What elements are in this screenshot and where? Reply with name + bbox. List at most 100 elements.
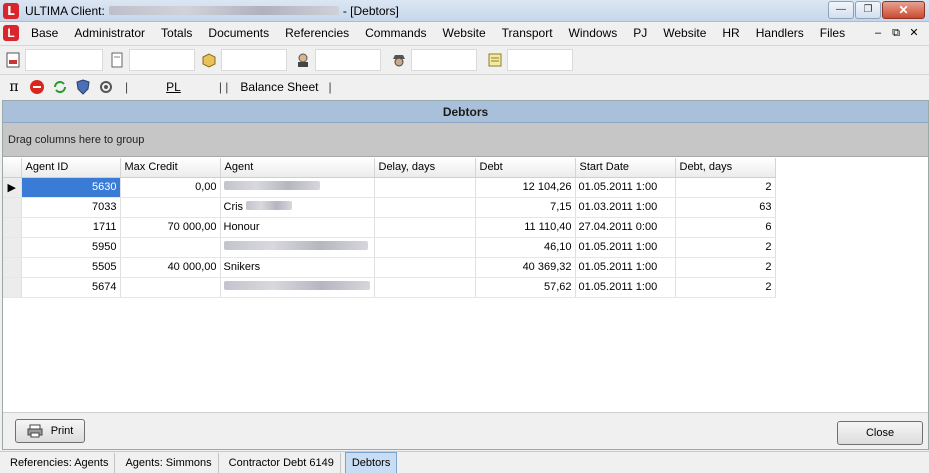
menu-administrator[interactable]: Administrator <box>66 22 153 44</box>
toolbar-field-page[interactable] <box>129 49 195 71</box>
menu-documents[interactable]: Documents <box>200 22 277 44</box>
cell-debt-days[interactable]: 2 <box>675 257 776 278</box>
table-row[interactable]: 5950 46,10 01.05.2011 1:00 2 <box>3 237 776 258</box>
cell-debt[interactable]: 11 110,40 <box>475 217 576 238</box>
task-contractor-debt[interactable]: Contractor Debt 6149 <box>223 452 341 473</box>
pi-icon[interactable]: π <box>5 78 23 96</box>
task-agents-simmons[interactable]: Agents: Simmons <box>119 452 219 473</box>
cell-agent[interactable] <box>220 277 375 298</box>
balance-sheet-button[interactable]: Balance Sheet <box>240 80 318 94</box>
column-header-max-credit[interactable]: Max Credit <box>120 158 221 178</box>
cell-agent[interactable]: Honour <box>220 217 375 238</box>
print-button[interactable]: Print <box>15 419 85 443</box>
menu-commands[interactable]: Commands <box>357 22 434 44</box>
cell-debt[interactable]: 46,10 <box>475 237 576 258</box>
menu-transport[interactable]: Transport <box>494 22 561 44</box>
cell-max-credit[interactable]: 70 000,00 <box>120 217 221 238</box>
shield-icon[interactable] <box>74 78 92 96</box>
menu-website-2[interactable]: Website <box>655 22 714 44</box>
cell-agent[interactable]: Snikers <box>220 257 375 278</box>
stop-icon[interactable] <box>28 78 46 96</box>
toolbar-field-spy[interactable] <box>411 49 477 71</box>
refresh-icon[interactable] <box>51 78 69 96</box>
cell-delay-days[interactable] <box>374 217 476 238</box>
cell-agent-id[interactable]: 5674 <box>21 277 121 298</box>
cell-delay-days[interactable] <box>374 197 476 218</box>
column-header-agent-id[interactable]: Agent ID <box>21 158 121 178</box>
menu-pj[interactable]: PJ <box>625 22 655 44</box>
cell-agent-id[interactable]: 1711 <box>21 217 121 238</box>
package-icon[interactable] <box>200 51 218 69</box>
column-header-debt[interactable]: Debt <box>475 158 576 178</box>
toolbar-field-package[interactable] <box>221 49 287 71</box>
column-header-delay-days[interactable]: Delay, days <box>374 158 476 178</box>
mdi-restore-icon[interactable]: ⧉ <box>887 22 905 44</box>
cell-start-date[interactable]: 27.04.2011 0:00 <box>575 217 676 238</box>
minimize-icon[interactable]: — <box>828 1 854 19</box>
table-row[interactable]: 5505 40 000,00 Snikers 40 369,32 01.05.2… <box>3 257 776 278</box>
menu-website[interactable]: Website <box>435 22 494 44</box>
mdi-close-icon[interactable]: ✕ <box>905 22 923 44</box>
page-icon[interactable] <box>108 51 126 69</box>
table-row[interactable]: 1711 70 000,00 Honour 11 110,40 27.04.20… <box>3 217 776 238</box>
menu-files[interactable]: Files <box>812 22 853 44</box>
cell-agent[interactable] <box>220 177 375 198</box>
cell-start-date[interactable]: 01.05.2011 1:00 <box>575 257 676 278</box>
menu-totals[interactable]: Totals <box>153 22 200 44</box>
cell-debt[interactable]: 7,15 <box>475 197 576 218</box>
cell-max-credit[interactable] <box>120 277 221 298</box>
cell-start-date[interactable]: 01.03.2011 1:00 <box>575 197 676 218</box>
spy-icon[interactable] <box>390 51 408 69</box>
cell-start-date[interactable]: 01.05.2011 1:00 <box>575 177 676 198</box>
close-window-icon[interactable]: ✕ <box>882 1 925 19</box>
cell-agent-id[interactable]: 7033 <box>21 197 121 218</box>
settings-icon[interactable] <box>97 78 115 96</box>
cell-debt-days[interactable]: 63 <box>675 197 776 218</box>
cell-agent-id[interactable]: 5505 <box>21 257 121 278</box>
cell-debt-days[interactable]: 2 <box>675 277 776 298</box>
table-row[interactable]: 7033 Cris 7,15 01.03.2011 1:00 63 <box>3 197 776 218</box>
toolbar-field-notes[interactable] <box>507 49 573 71</box>
close-button[interactable]: Close <box>837 421 923 445</box>
column-header-agent[interactable]: Agent <box>220 158 375 178</box>
cell-delay-days[interactable] <box>374 257 476 278</box>
restore-icon[interactable]: ❐ <box>855 1 881 19</box>
cell-start-date[interactable]: 01.05.2011 1:00 <box>575 237 676 258</box>
menu-logo-icon[interactable]: L <box>3 25 19 41</box>
cell-max-credit[interactable] <box>120 237 221 258</box>
cell-delay-days[interactable] <box>374 237 476 258</box>
cell-start-date[interactable]: 01.05.2011 1:00 <box>575 277 676 298</box>
toolbar-field-document[interactable] <box>25 49 103 71</box>
table-row[interactable]: ▶ 5630 0,00 12 104,26 01.05.2011 1:00 2 <box>3 177 776 198</box>
column-header-start-date[interactable]: Start Date <box>575 158 676 178</box>
pl-button[interactable]: PL <box>166 80 181 94</box>
menu-base[interactable]: Base <box>23 22 66 44</box>
cell-agent[interactable]: Cris <box>220 197 375 218</box>
cell-debt-days[interactable]: 6 <box>675 217 776 238</box>
cell-debt-days[interactable]: 2 <box>675 237 776 258</box>
menu-referencies[interactable]: Referencies <box>277 22 357 44</box>
menu-windows[interactable]: Windows <box>561 22 626 44</box>
cell-debt[interactable]: 40 369,32 <box>475 257 576 278</box>
document-icon[interactable] <box>4 51 22 69</box>
cell-delay-days[interactable] <box>374 177 476 198</box>
menu-hr[interactable]: HR <box>714 22 747 44</box>
cell-debt[interactable]: 57,62 <box>475 277 576 298</box>
cell-agent-id[interactable]: 5950 <box>21 237 121 258</box>
cell-max-credit[interactable]: 0,00 <box>120 177 221 198</box>
cell-max-credit[interactable] <box>120 197 221 218</box>
cell-agent[interactable] <box>220 237 375 258</box>
mdi-minimize-icon[interactable]: – <box>869 22 887 44</box>
toolbar-field-agent[interactable] <box>315 49 381 71</box>
cell-debt-days[interactable]: 2 <box>675 177 776 198</box>
menu-handlers[interactable]: Handlers <box>748 22 812 44</box>
cell-debt[interactable]: 12 104,26 <box>475 177 576 198</box>
group-by-area[interactable]: Drag columns here to group <box>3 123 928 157</box>
column-header-debt-days[interactable]: Debt, days <box>675 158 776 178</box>
task-debtors[interactable]: Debtors <box>344 451 398 473</box>
task-referencies-agents[interactable]: Referencies: Agents <box>4 452 116 473</box>
cell-max-credit[interactable]: 40 000,00 <box>120 257 221 278</box>
cell-delay-days[interactable] <box>374 277 476 298</box>
cell-agent-id[interactable]: 5630 <box>21 177 121 198</box>
table-row[interactable]: 5674 57,62 01.05.2011 1:00 2 <box>3 277 776 298</box>
